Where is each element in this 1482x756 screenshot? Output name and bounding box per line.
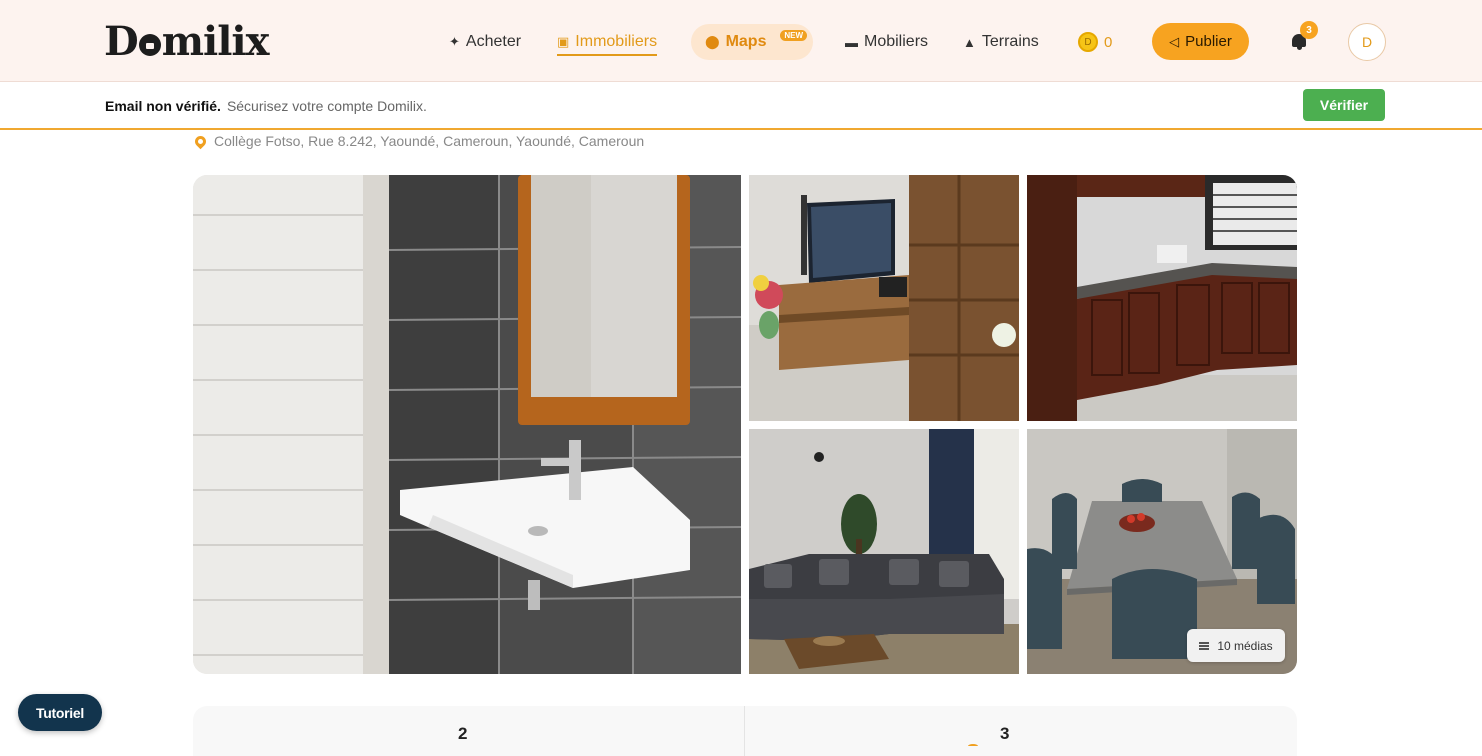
notification-badge: 3 <box>1300 21 1318 39</box>
nav-label: Terrains <box>981 33 1039 50</box>
verify-button[interactable]: Vérifier <box>1303 89 1385 121</box>
list-icon <box>1199 641 1210 650</box>
top-header: Dmilix ✦ Acheter ▣ Immobiliers ⬤ Maps NE… <box>0 0 1482 82</box>
avatar[interactable]: D <box>1348 23 1386 61</box>
nav-label: Immobiliers <box>575 33 658 50</box>
gallery-photo-sofa[interactable] <box>749 429 1019 674</box>
map-pin-icon: ⬤ <box>705 34 720 49</box>
megaphone-icon: ◁ <box>1169 33 1180 49</box>
email-warning-message: Sécurisez votre compte Domilix. <box>226 98 427 114</box>
nav-mobiliers[interactable]: ▬ Mobiliers <box>845 24 928 60</box>
location-pin-icon <box>192 133 209 149</box>
page: Dmilix ✦ Acheter ▣ Immobiliers ⬤ Maps NE… <box>0 0 1482 756</box>
coin-count: 0 <box>1104 33 1113 51</box>
nav-label: Maps <box>725 33 767 50</box>
nav-acheter[interactable]: ✦ Acheter <box>449 24 521 60</box>
address-text: Collège Fotso, Rue 8.242, Yaoundé, Camer… <box>214 133 645 149</box>
photo-gallery <box>193 175 1297 674</box>
stat-value: 2 <box>458 724 468 743</box>
gallery-photo-kitchen[interactable] <box>1027 175 1297 421</box>
stats-divider <box>744 706 745 756</box>
coin-icon: D <box>1078 32 1098 52</box>
nav-immobiliers[interactable]: ▣ Immobiliers <box>557 24 658 60</box>
publish-label: Publier <box>1185 33 1232 50</box>
tutorial-button[interactable]: Tutoriel <box>18 694 102 731</box>
all-media-button[interactable]: 10 médias <box>1187 629 1285 662</box>
publish-button[interactable]: ◁ Publier <box>1152 23 1249 60</box>
nav-label: Acheter <box>465 33 522 50</box>
stat-value: 3 <box>1000 724 1010 743</box>
nav-terrains[interactable]: ▲ Terrains <box>963 24 1039 60</box>
coin-balance[interactable]: D 0 <box>1078 24 1112 60</box>
email-warning-text: Email non vérifié. Sécurisez votre compte… <box>105 98 427 114</box>
building-icon: ▣ <box>557 34 570 49</box>
sofa-icon: ▬ <box>845 34 858 50</box>
gallery-main-photo[interactable] <box>193 175 741 674</box>
stat-wave-icon <box>968 744 978 748</box>
new-badge: NEW <box>780 30 807 41</box>
mountain-icon: ▲ <box>963 34 976 50</box>
listing-stats: 2 3 <box>193 706 1297 756</box>
sparkle-icon: ✦ <box>449 34 460 49</box>
listing-address: Collège Fotso, Rue 8.242, Yaoundé, Camer… <box>192 133 645 149</box>
gallery-photo-living-tv[interactable] <box>749 175 1019 421</box>
nav-label: Mobiliers <box>864 33 929 50</box>
email-warning-bar: Email non vérifié. Sécurisez votre compte… <box>0 82 1482 130</box>
nav-maps[interactable]: ⬤ Maps NEW <box>691 24 813 60</box>
media-count: 10 médias <box>1217 638 1273 653</box>
email-warning-title: Email non vérifié. <box>105 98 221 114</box>
main-nav: ✦ Acheter ▣ Immobiliers ⬤ Maps NEW ▬ Mob… <box>0 24 1482 60</box>
